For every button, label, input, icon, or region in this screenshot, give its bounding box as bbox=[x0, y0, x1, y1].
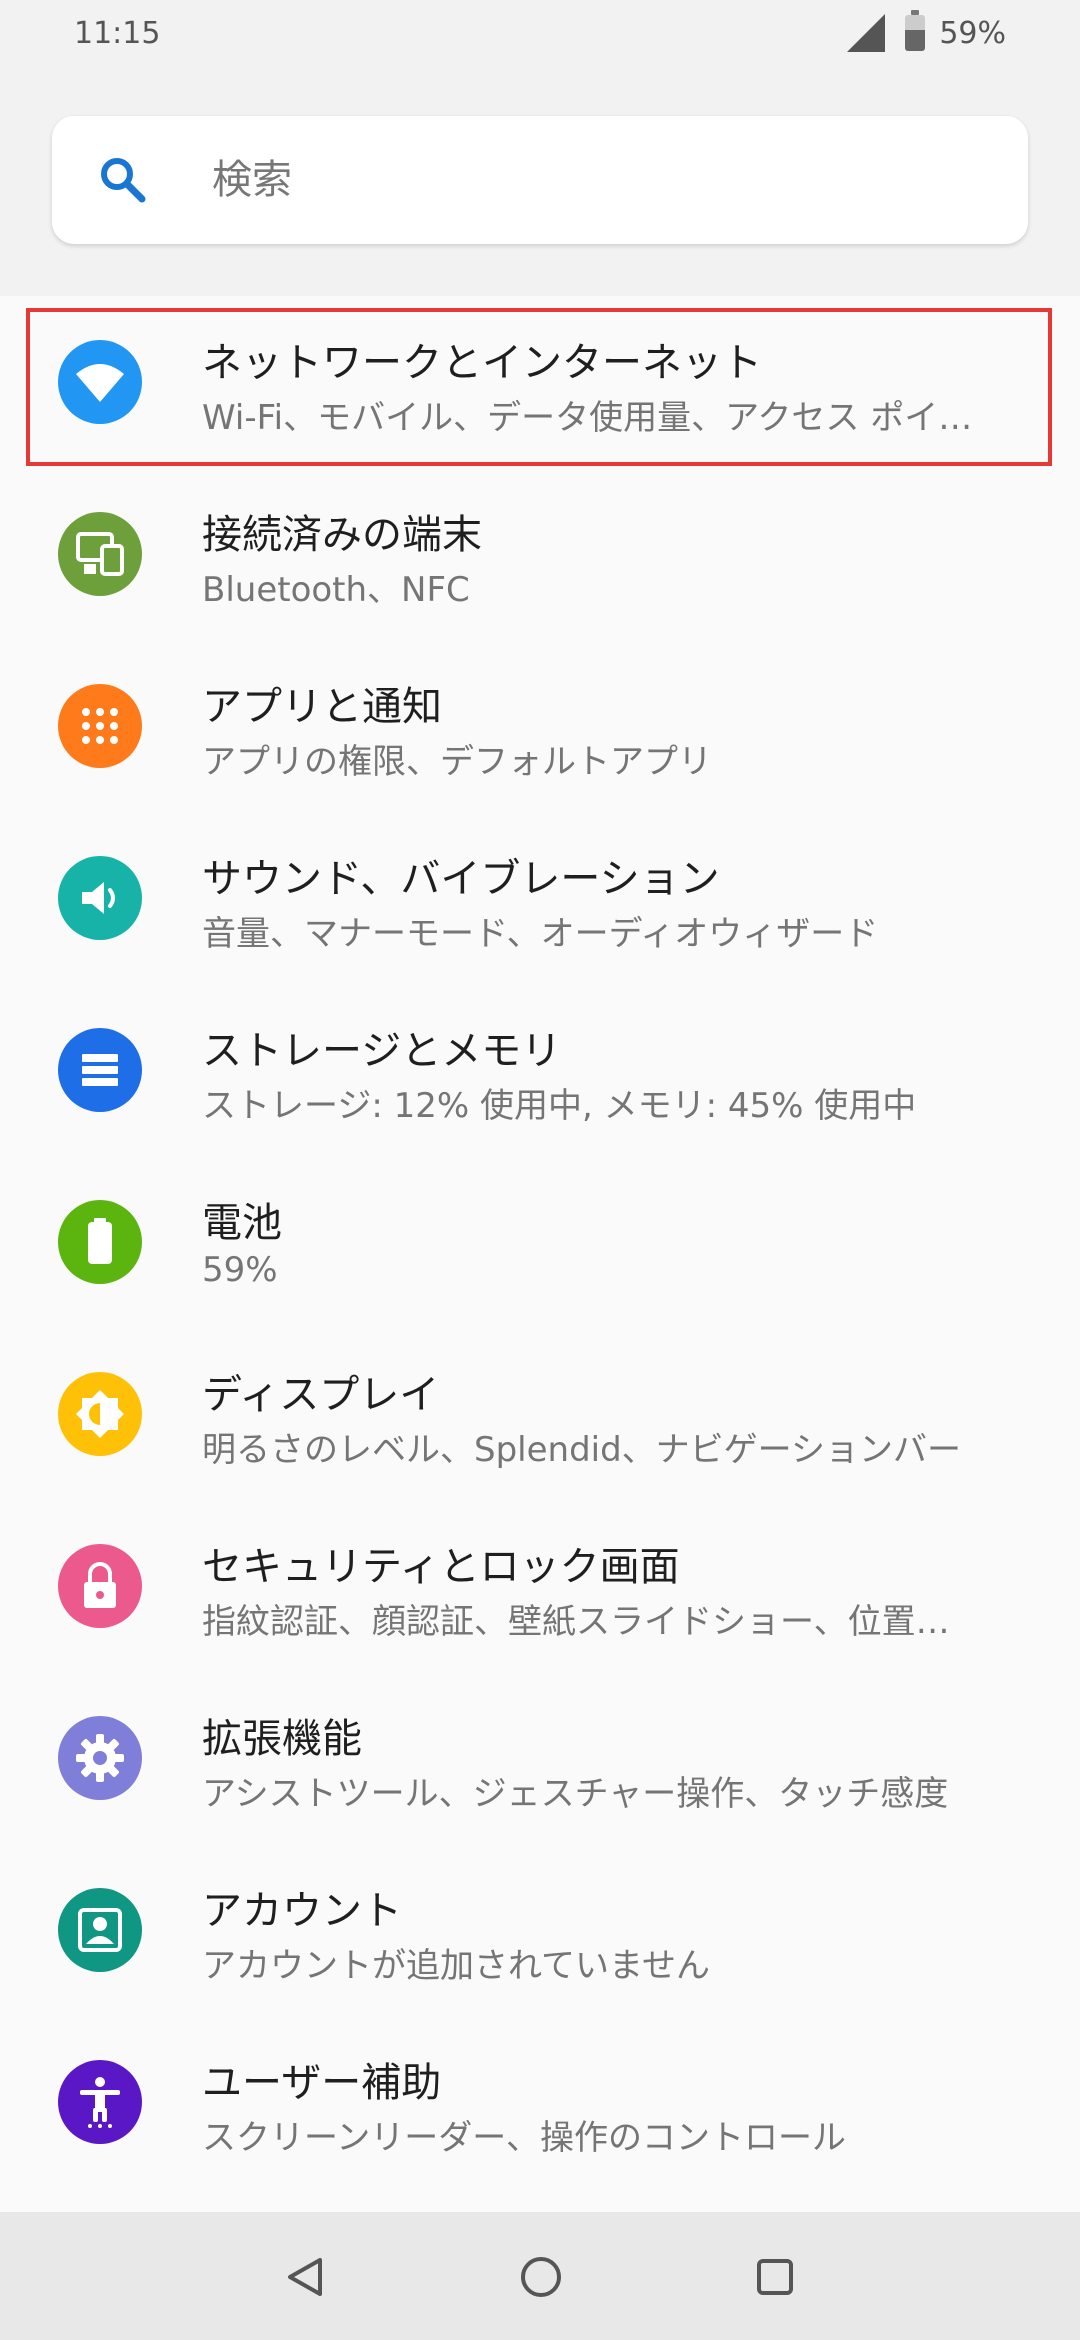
settings-item-subtitle: スクリーンリーダー、操作のコントロール bbox=[202, 2118, 846, 2158]
devices-icon bbox=[58, 512, 142, 596]
home-circle-icon[interactable] bbox=[506, 2242, 576, 2312]
settings-item-subtitle: Bluetooth、NFC bbox=[202, 570, 470, 610]
storage-icon bbox=[58, 1028, 142, 1112]
battery-icon bbox=[58, 1200, 142, 1284]
settings-item-subtitle: 指紋認証、顔認証、壁紙スライドショー、位置… bbox=[202, 1602, 950, 1642]
apps-grid-icon bbox=[58, 684, 142, 768]
brightness-icon bbox=[58, 1372, 142, 1456]
navigation-bar bbox=[0, 2212, 1080, 2340]
settings-item-connected-devices[interactable]: 接続済みの端末 Bluetooth、NFC bbox=[0, 468, 1080, 640]
settings-item-apps[interactable]: アプリと通知 アプリの権限、デフォルトアプリ bbox=[0, 640, 1080, 812]
settings-item-title: 電池 bbox=[202, 1200, 282, 1246]
wifi-icon bbox=[58, 340, 142, 424]
account-icon bbox=[58, 1888, 142, 1972]
settings-item-title: アカウント bbox=[202, 1888, 402, 1934]
battery-status-icon bbox=[905, 10, 926, 51]
settings-item-display[interactable]: ディスプレイ 明るさのレベル、Splendid、ナビゲーションバー bbox=[0, 1328, 1080, 1500]
settings-item-storage[interactable]: ストレージとメモリ ストレージ: 12% 使用中, メモリ: 45% 使用中 bbox=[0, 984, 1080, 1156]
settings-item-title: 接続済みの端末 bbox=[202, 512, 482, 558]
settings-item-subtitle: Wi-Fi、モバイル、データ使用量、アクセス ポイ… bbox=[202, 398, 973, 438]
settings-item-security[interactable]: セキュリティとロック画面 指紋認証、顔認証、壁紙スライドショー、位置… bbox=[0, 1500, 1080, 1672]
settings-screen: 11:15 59% ネットワークとインターネット bbox=[0, 0, 1080, 2340]
search-icon[interactable] bbox=[52, 116, 172, 244]
settings-item-title: ネットワークとインターネット bbox=[202, 340, 762, 386]
recents-square-icon[interactable] bbox=[740, 2242, 810, 2312]
gear-icon bbox=[58, 1716, 142, 1800]
settings-item-subtitle: アプリの権限、デフォルトアプリ bbox=[202, 742, 712, 782]
settings-item-accounts[interactable]: アカウント アカウントが追加されていません bbox=[0, 1844, 1080, 2016]
settings-item-battery[interactable]: 電池 59% bbox=[0, 1156, 1080, 1328]
status-indicators: 59% bbox=[847, 10, 1006, 52]
settings-item-advanced[interactable]: 拡張機能 アシストツール、ジェスチャー操作、タッチ感度 bbox=[0, 1672, 1080, 1844]
settings-item-sound[interactable]: サウンド、バイブレーション 音量、マナーモード、オーディオウィザード bbox=[0, 812, 1080, 984]
accessibility-icon bbox=[58, 2060, 142, 2144]
signal-icon bbox=[847, 14, 886, 52]
settings-item-subtitle: 明るさのレベル、Splendid、ナビゲーションバー bbox=[202, 1430, 962, 1470]
search-input[interactable] bbox=[212, 157, 972, 203]
back-triangle-icon[interactable] bbox=[270, 2242, 340, 2312]
search-area bbox=[0, 66, 1080, 296]
settings-item-subtitle: 音量、マナーモード、オーディオウィザード bbox=[202, 914, 879, 954]
settings-item-accessibility[interactable]: ユーザー補助 スクリーンリーダー、操作のコントロール bbox=[0, 2016, 1080, 2188]
status-bar: 11:15 59% bbox=[0, 0, 1080, 66]
settings-item-subtitle: アシストツール、ジェスチャー操作、タッチ感度 bbox=[202, 1774, 949, 1814]
settings-item-title: ディスプレイ bbox=[202, 1372, 440, 1418]
settings-list: ネットワークとインターネット Wi-Fi、モバイル、データ使用量、アクセス ポイ… bbox=[0, 296, 1080, 2212]
settings-item-title: サウンド、バイブレーション bbox=[202, 856, 720, 902]
settings-item-title: ユーザー補助 bbox=[202, 2060, 442, 2106]
settings-item-title: セキュリティとロック画面 bbox=[202, 1544, 680, 1590]
battery-percent: 59% bbox=[939, 15, 1006, 51]
settings-item-subtitle: アカウントが追加されていません bbox=[202, 1946, 710, 1986]
settings-item-subtitle: ストレージ: 12% 使用中, メモリ: 45% 使用中 bbox=[202, 1086, 917, 1126]
volume-icon bbox=[58, 856, 142, 940]
battery-fill bbox=[905, 29, 926, 51]
settings-item-subtitle: 59% bbox=[202, 1250, 278, 1290]
settings-item-title: 拡張機能 bbox=[202, 1716, 362, 1762]
lock-icon bbox=[58, 1544, 142, 1628]
settings-item-title: ストレージとメモリ bbox=[202, 1028, 562, 1074]
search-bar[interactable] bbox=[52, 116, 1028, 244]
settings-item-network[interactable]: ネットワークとインターネット Wi-Fi、モバイル、データ使用量、アクセス ポイ… bbox=[0, 296, 1080, 468]
settings-item-title: アプリと通知 bbox=[202, 684, 442, 730]
status-time: 11:15 bbox=[74, 15, 161, 51]
